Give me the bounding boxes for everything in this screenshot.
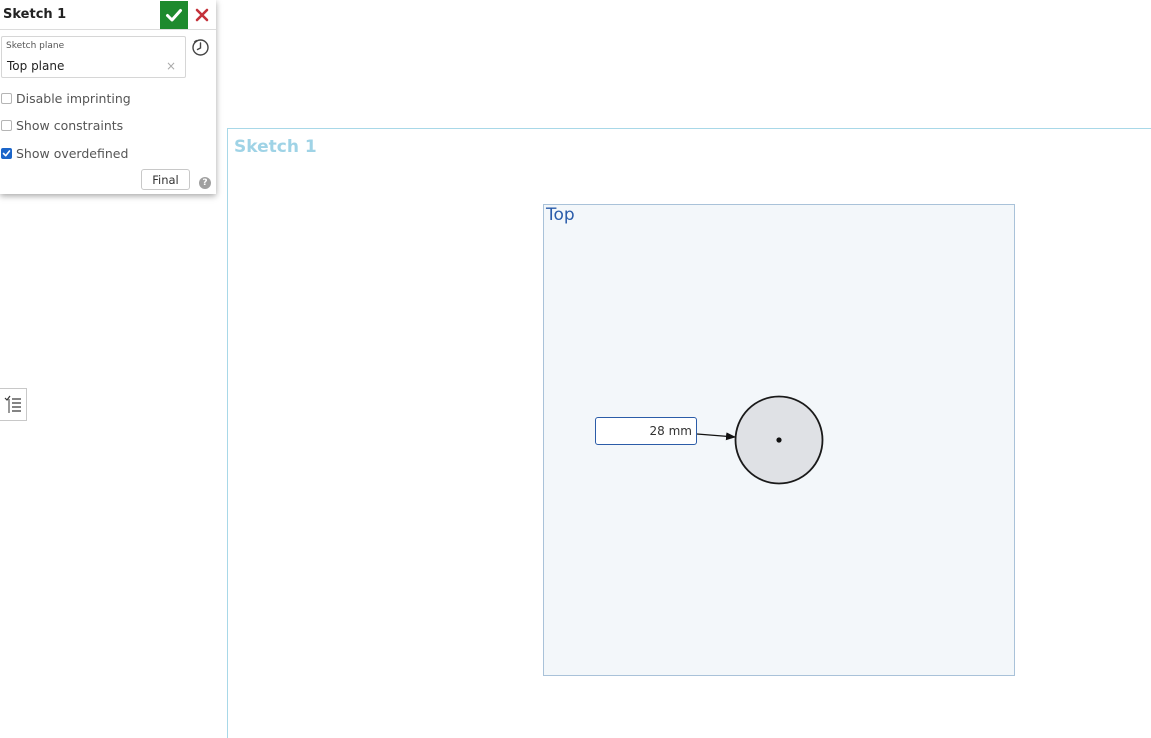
sketch-plane-field[interactable]: Sketch plane Top plane × [1,36,186,78]
check-icon [166,9,182,22]
accept-button[interactable] [160,1,188,29]
checkbox-box [1,119,12,131]
close-icon [195,8,209,22]
checkbox-label: Show overdefined [16,145,129,161]
show-constraints-checkbox[interactable]: Show constraints [1,117,123,133]
dialog-title: Sketch 1 [3,7,67,22]
checkbox-label: Show constraints [16,117,124,133]
sketch-plane-label: Sketch plane [6,41,65,51]
checkbox-box-checked [1,147,12,159]
list-toggle-button[interactable] [0,388,27,421]
dimension-input[interactable] [595,417,697,445]
show-overdefined-checkbox[interactable]: Show overdefined [1,145,128,161]
sketch-dialog: Sketch 1 Sketch plane Top plane × Disabl… [0,0,216,194]
clock-icon[interactable] [191,38,210,57]
sketch-circle[interactable] [734,395,824,485]
sketch-name-label: Sketch 1 [234,137,317,157]
cancel-button[interactable] [191,3,213,27]
help-icon[interactable]: ? [199,177,211,189]
final-button[interactable]: Final [141,169,190,190]
list-icon [4,395,21,413]
plane-name-label: Top [546,205,575,225]
checkbox-box [1,92,12,104]
clear-plane-icon[interactable]: × [166,59,176,73]
sketch-plane-value: Top plane [7,59,65,73]
disable-imprinting-checkbox[interactable]: Disable imprinting [1,90,131,106]
checkmark-icon [2,149,11,156]
dialog-header: Sketch 1 [0,0,216,30]
checkbox-label: Disable imprinting [16,90,131,106]
